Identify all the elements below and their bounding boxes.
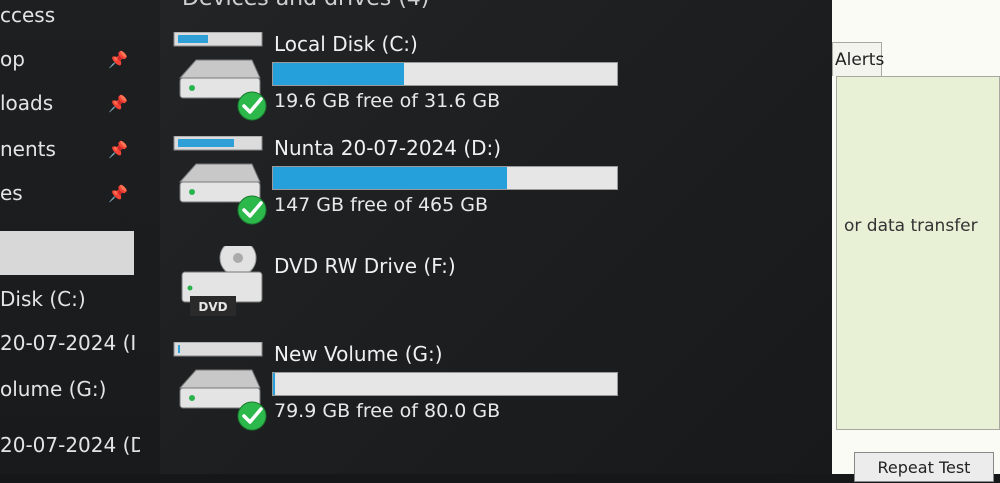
nav-selection-highlight [0, 231, 134, 275]
navigation-pane: ccess op 📌 loads 📌 nents 📌 es 📌 Disk (C:… [0, 0, 160, 474]
pin-icon: 📌 [108, 140, 128, 159]
nav-item-label: es [0, 181, 23, 205]
nav-item-new-volume-g[interactable]: olume (G:) [0, 372, 140, 406]
nav-item-label: loads [0, 91, 54, 115]
drive-usage-fill [273, 167, 507, 189]
hard-drive-icon [173, 136, 267, 225]
dvd-drive-icon: DVD [181, 246, 263, 316]
drive-tile-d[interactable]: Nunta 20-07-2024 (D:) 147 GB free of 465… [172, 136, 632, 236]
drive-free-space: 147 GB free of 465 GB [274, 194, 489, 216]
panel-text: or data transfer [844, 216, 978, 236]
app-panel [836, 76, 1000, 430]
drive-tile-c[interactable]: Local Disk (C:) 19.6 GB free of 31.6 GB [172, 32, 632, 132]
app-window: Alerts or data transfer Repeat Test [832, 0, 1000, 482]
nav-item-label: ccess [0, 3, 56, 27]
drive-name: Nunta 20-07-2024 (D:) [274, 136, 502, 160]
dvd-icon-label: DVD [198, 300, 227, 314]
nav-item-label: olume (G:) [0, 377, 107, 401]
drive-usage-bar [272, 62, 618, 86]
nav-item-drive-d-2[interactable]: 20-07-2024 (D: [0, 428, 140, 462]
nav-item-drive-d[interactable]: 20-07-2024 (I [0, 326, 140, 360]
drive-free-space: 79.9 GB free of 80.0 GB [274, 400, 501, 422]
nav-item-label: nents [0, 137, 56, 161]
drive-usage-bar [272, 372, 618, 396]
nav-item-label: 20-07-2024 (I [0, 331, 137, 355]
drive-tile-g[interactable]: New Volume (G:) 79.9 GB free of 80.0 GB [172, 342, 632, 442]
drive-free-space: 19.6 GB free of 31.6 GB [274, 90, 501, 112]
section-header: Devices and drives (4) [182, 0, 429, 11]
drive-usage-bar [272, 166, 618, 190]
nav-item-label: 20-07-2024 (D: [0, 433, 140, 457]
drive-tile-f[interactable]: DVD DVD RW Drive (F:) [172, 246, 632, 346]
hard-drive-icon [173, 342, 267, 431]
drive-usage-fill [273, 63, 404, 85]
pin-icon: 📌 [108, 50, 128, 69]
drive-name: DVD RW Drive (F:) [274, 254, 456, 278]
tab-alerts[interactable]: Alerts [832, 42, 884, 76]
drive-name: Local Disk (C:) [274, 32, 418, 56]
nav-item-label: Disk (C:) [0, 287, 86, 311]
pin-icon: 📌 [108, 184, 128, 203]
hard-drive-icon [173, 32, 267, 121]
repeat-test-button[interactable]: Repeat Test [854, 452, 994, 482]
pin-icon: 📌 [108, 94, 128, 113]
drive-usage-fill [273, 373, 275, 395]
drive-name: New Volume (G:) [274, 342, 443, 366]
nav-item-quick-access[interactable]: ccess [0, 0, 140, 32]
main-content: Devices and drives (4) Local Disk (C:) 1… [160, 0, 832, 474]
nav-item-local-disk-c[interactable]: Disk (C:) [0, 282, 140, 316]
nav-item-label: op [0, 47, 25, 71]
